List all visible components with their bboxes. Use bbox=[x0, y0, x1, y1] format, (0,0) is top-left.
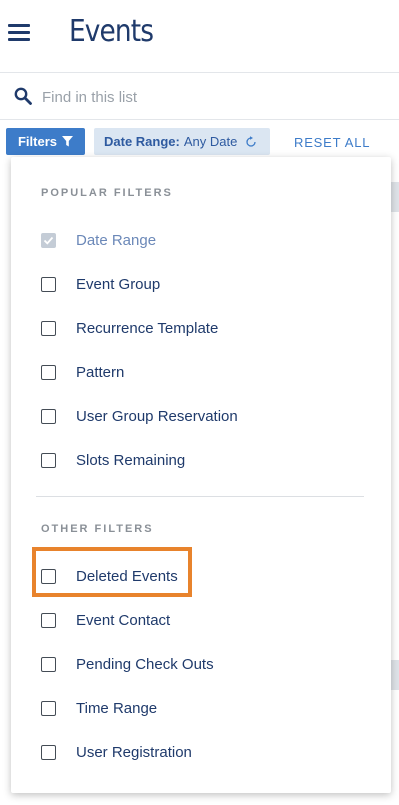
filter-option-label: User Registration bbox=[76, 743, 192, 761]
checkbox[interactable] bbox=[41, 276, 56, 292]
checkbox[interactable] bbox=[41, 744, 56, 760]
chip-value: Any Date bbox=[183, 134, 238, 149]
search-icon bbox=[14, 87, 32, 105]
filter-option-event-contact[interactable]: Event Contact bbox=[41, 609, 371, 631]
section-divider bbox=[36, 496, 364, 497]
filters-dropdown: POPULAR FILTERS Date Range Event Group R… bbox=[11, 157, 391, 793]
filter-option-label: Time Range bbox=[76, 699, 158, 717]
filter-option-user-registration[interactable]: User Registration bbox=[41, 741, 371, 763]
filter-option-label: Event Group bbox=[76, 275, 161, 293]
highlight-box bbox=[32, 547, 192, 597]
checkbox[interactable] bbox=[41, 656, 56, 672]
filter-option-label: Recurrence Template bbox=[76, 319, 219, 337]
other-filters-title: OTHER FILTERS bbox=[41, 523, 154, 535]
menu-icon[interactable] bbox=[8, 24, 30, 42]
page-title: Events bbox=[69, 14, 154, 49]
reset-all-button[interactable]: RESET ALL bbox=[294, 135, 370, 150]
checkbox[interactable] bbox=[41, 320, 56, 336]
checkbox[interactable] bbox=[41, 408, 56, 424]
popular-filters-title: POPULAR FILTERS bbox=[41, 187, 173, 199]
search-bar bbox=[0, 73, 399, 120]
filter-option-label: Date Range bbox=[76, 231, 157, 249]
check-icon bbox=[43, 236, 54, 245]
filter-option-event-group[interactable]: Event Group bbox=[41, 273, 371, 295]
filter-bar: Filters Date Range: Any Date RESET ALL bbox=[0, 120, 399, 160]
reset-icon[interactable] bbox=[245, 135, 257, 148]
search-input[interactable] bbox=[40, 85, 384, 109]
filter-option-pattern[interactable]: Pattern bbox=[41, 361, 371, 383]
filter-option-time-range[interactable]: Time Range bbox=[41, 697, 371, 719]
filter-option-user-group-reservation[interactable]: User Group Reservation bbox=[41, 405, 371, 427]
chip-key: Date Range: bbox=[104, 134, 180, 149]
filters-button-label: Filters bbox=[17, 134, 57, 149]
checkbox-checked[interactable] bbox=[41, 232, 56, 248]
filter-option-recurrence-template[interactable]: Recurrence Template bbox=[41, 317, 371, 339]
filter-option-label: Pending Check Outs bbox=[76, 655, 214, 673]
filter-option-label: Event Contact bbox=[76, 611, 171, 629]
checkbox[interactable] bbox=[41, 700, 56, 716]
checkbox[interactable] bbox=[41, 364, 56, 380]
filter-option-label: User Group Reservation bbox=[76, 407, 238, 425]
funnel-icon bbox=[62, 136, 73, 147]
filters-button[interactable]: Filters bbox=[6, 128, 85, 155]
filter-option-slots-remaining[interactable]: Slots Remaining bbox=[41, 449, 371, 471]
checkbox[interactable] bbox=[41, 612, 56, 628]
filter-option-pending-check-outs[interactable]: Pending Check Outs bbox=[41, 653, 371, 675]
filter-option-label: Slots Remaining bbox=[76, 451, 186, 469]
app-header: Events bbox=[0, 0, 399, 73]
filter-option-date-range[interactable]: Date Range bbox=[41, 229, 371, 251]
filter-option-label: Pattern bbox=[76, 363, 125, 381]
date-range-chip[interactable]: Date Range: Any Date bbox=[94, 128, 270, 155]
checkbox[interactable] bbox=[41, 452, 56, 468]
